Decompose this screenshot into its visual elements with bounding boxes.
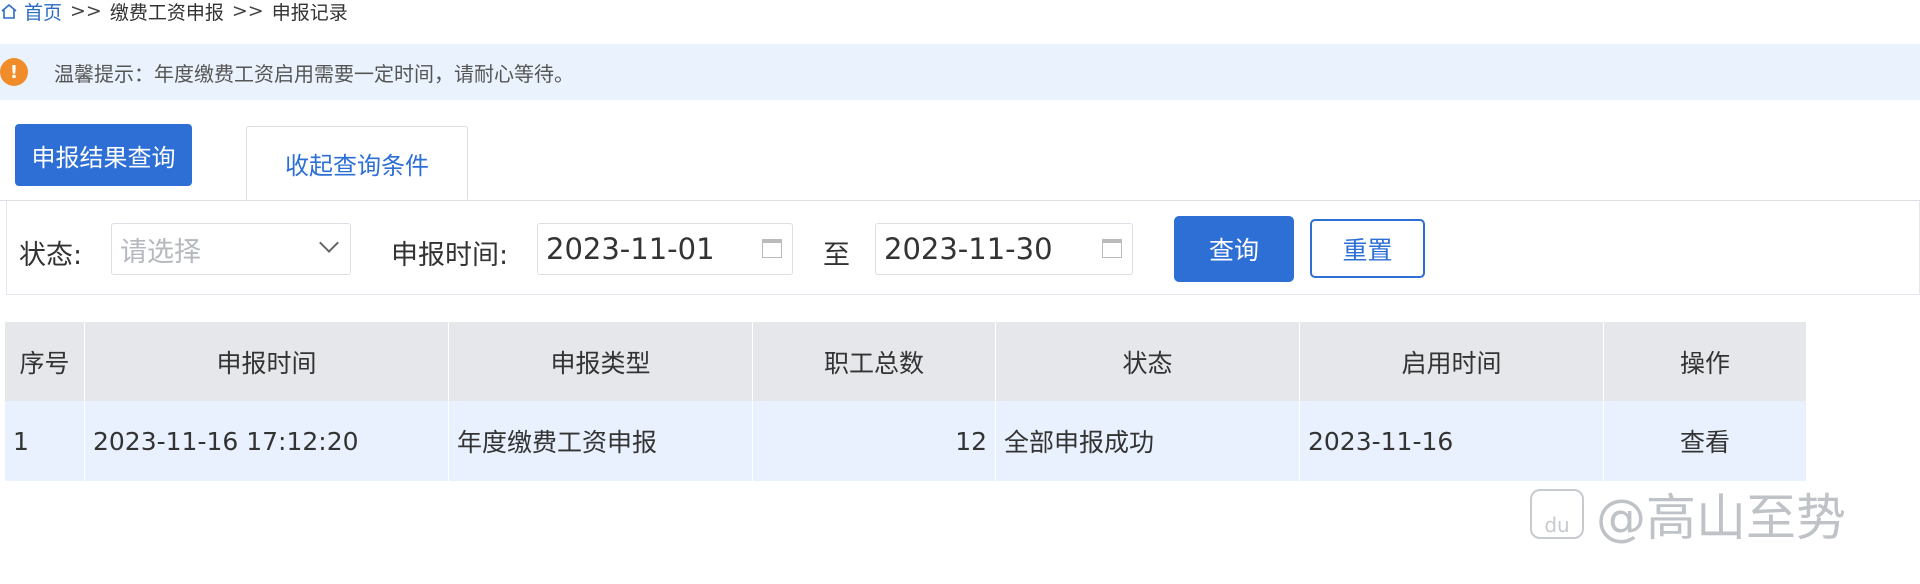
date-from-input[interactable]: 2023-11-01 [537,223,793,275]
tab-declaration-result-query[interactable]: 申报结果查询 [15,124,192,186]
column-header-index: 序号 [5,322,85,401]
date-to-input[interactable]: 2023-11-30 [875,223,1133,275]
cell-employee-total: 12 [752,401,996,481]
info-icon: ! [0,58,28,86]
tab-bar: 申报结果查询 收起查询条件 [0,124,1920,201]
results-table: 序号 申报时间 申报类型 职工总数 状态 启用时间 操作 1 2023-11-1… [5,322,1807,481]
cell-enable-time: 2023-11-16 [1299,401,1604,481]
chevron-down-icon [319,233,339,253]
column-header-declaration-type: 申报类型 [448,322,753,401]
notice-text: 温馨提示：年度缴费工资启用需要一定时间，请耐心等待。 [54,61,574,86]
to-label: 至 [823,240,850,271]
breadcrumb-home-link[interactable]: 首页 [24,0,62,25]
date-from-value: 2023-11-01 [546,232,715,266]
cell-status: 全部申报成功 [995,401,1300,481]
cell-index: 1 [5,401,85,481]
column-header-declaration-time: 申报时间 [84,322,449,401]
query-filter-panel: 状态: 请选择 申报时间: 2023-11-01 至 2023-11-30 查询… [6,201,1920,295]
column-header-enable-time: 启用时间 [1299,322,1604,401]
home-icon [1,3,17,19]
column-header-action: 操作 [1603,322,1807,401]
query-button[interactable]: 查询 [1174,216,1294,282]
breadcrumb-item-wage-declaration[interactable]: 缴费工资申报 [110,0,224,25]
status-label: 状态: [19,240,83,271]
breadcrumb-item-declaration-records: 申报记录 [271,1,348,24]
breadcrumb-separator: >> [70,0,102,22]
date-to-value: 2023-11-30 [884,232,1053,266]
notice-banner: ! 温馨提示：年度缴费工资启用需要一定时间，请耐心等待。 [0,44,1920,100]
calendar-icon[interactable] [1102,239,1122,258]
breadcrumb-separator: >> [231,0,264,22]
reset-button[interactable]: 重置 [1310,219,1425,278]
status-select[interactable]: 请选择 [111,223,351,275]
cell-declaration-time: 2023-11-16 17:12:20 [84,401,449,481]
table-header-row: 序号 申报时间 申报类型 职工总数 状态 启用时间 操作 [5,322,1807,401]
column-header-employee-total: 职工总数 [752,322,996,401]
watermark-text: @高山至势 [1596,489,1846,547]
view-link[interactable]: 查看 [1603,401,1807,481]
calendar-icon[interactable] [762,239,782,258]
declaration-time-label: 申报时间: [391,240,509,271]
table-row: 1 2023-11-16 17:12:20 年度缴费工资申报 12 全部申报成功… [5,401,1807,481]
status-select-placeholder: 请选择 [120,236,201,268]
breadcrumb: 首页 >> 缴费工资申报 >> 申报记录 [0,0,348,25]
cell-declaration-type: 年度缴费工资申报 [448,401,753,481]
column-header-status: 状态 [995,322,1300,401]
watermark: du @高山至势 [1530,478,1846,550]
paw-logo-icon: du [1530,489,1584,539]
collapse-query-toggle[interactable]: 收起查询条件 [246,126,468,200]
